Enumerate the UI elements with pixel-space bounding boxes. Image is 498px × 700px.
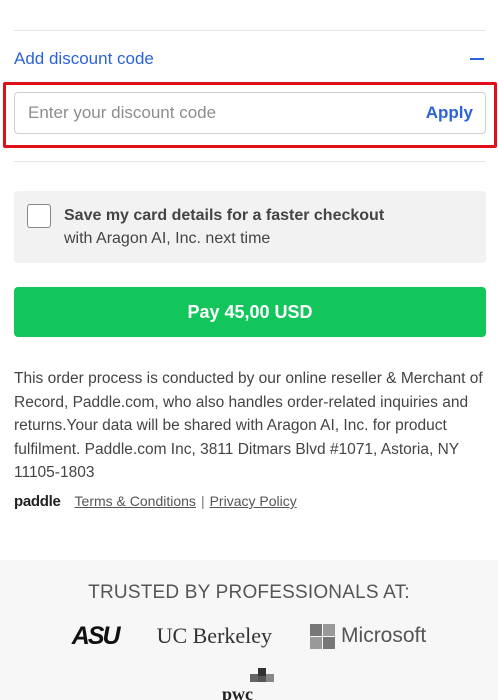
discount-toggle-label[interactable]: Add discount code [14,49,154,69]
save-card-title: Save my card details for a faster checko… [64,207,385,224]
link-separator: | [200,493,205,509]
save-card-checkbox[interactable] [27,204,51,228]
discount-toggle[interactable]: Add discount code [14,44,486,74]
divider [14,161,486,162]
legal-notice: This order process is conducted by our o… [14,370,483,481]
uc-berkeley-logo: UC Berkeley [156,623,273,648]
trusted-heading: TRUSTED BY PROFESSIONALS AT: [88,582,410,603]
save-card-subtitle: with Aragon AI, Inc. next time [64,230,271,247]
apply-button[interactable]: Apply [414,103,485,123]
discount-field: Apply [14,92,486,134]
trusted-logos: ASU UC Berkeley Microsoft [0,620,498,652]
save-card-option: Save my card details for a faster checko… [14,191,486,263]
microsoft-grid-icon [310,623,336,649]
divider [14,30,486,31]
pay-button[interactable]: Pay 45,00 USD [14,287,486,337]
pwc-wordmark: pwc [222,684,253,700]
discount-code-input[interactable] [15,93,414,133]
microsoft-wordmark: Microsoft [341,624,427,647]
footer-links: paddle Terms & Conditions | Privacy Poli… [14,490,297,512]
microsoft-logo: Microsoft [310,623,427,649]
save-card-text: Save my card details for a faster checko… [64,204,384,250]
minus-icon[interactable] [470,58,484,60]
privacy-link[interactable]: Privacy Policy [210,493,297,509]
terms-link[interactable]: Terms & Conditions [75,493,196,509]
asu-logo: ASU [71,621,121,650]
pwc-logo: pwc [222,668,282,700]
paddle-logo: paddle [14,492,61,510]
checkout-card: Add discount code Apply Save my card det… [0,0,498,560]
